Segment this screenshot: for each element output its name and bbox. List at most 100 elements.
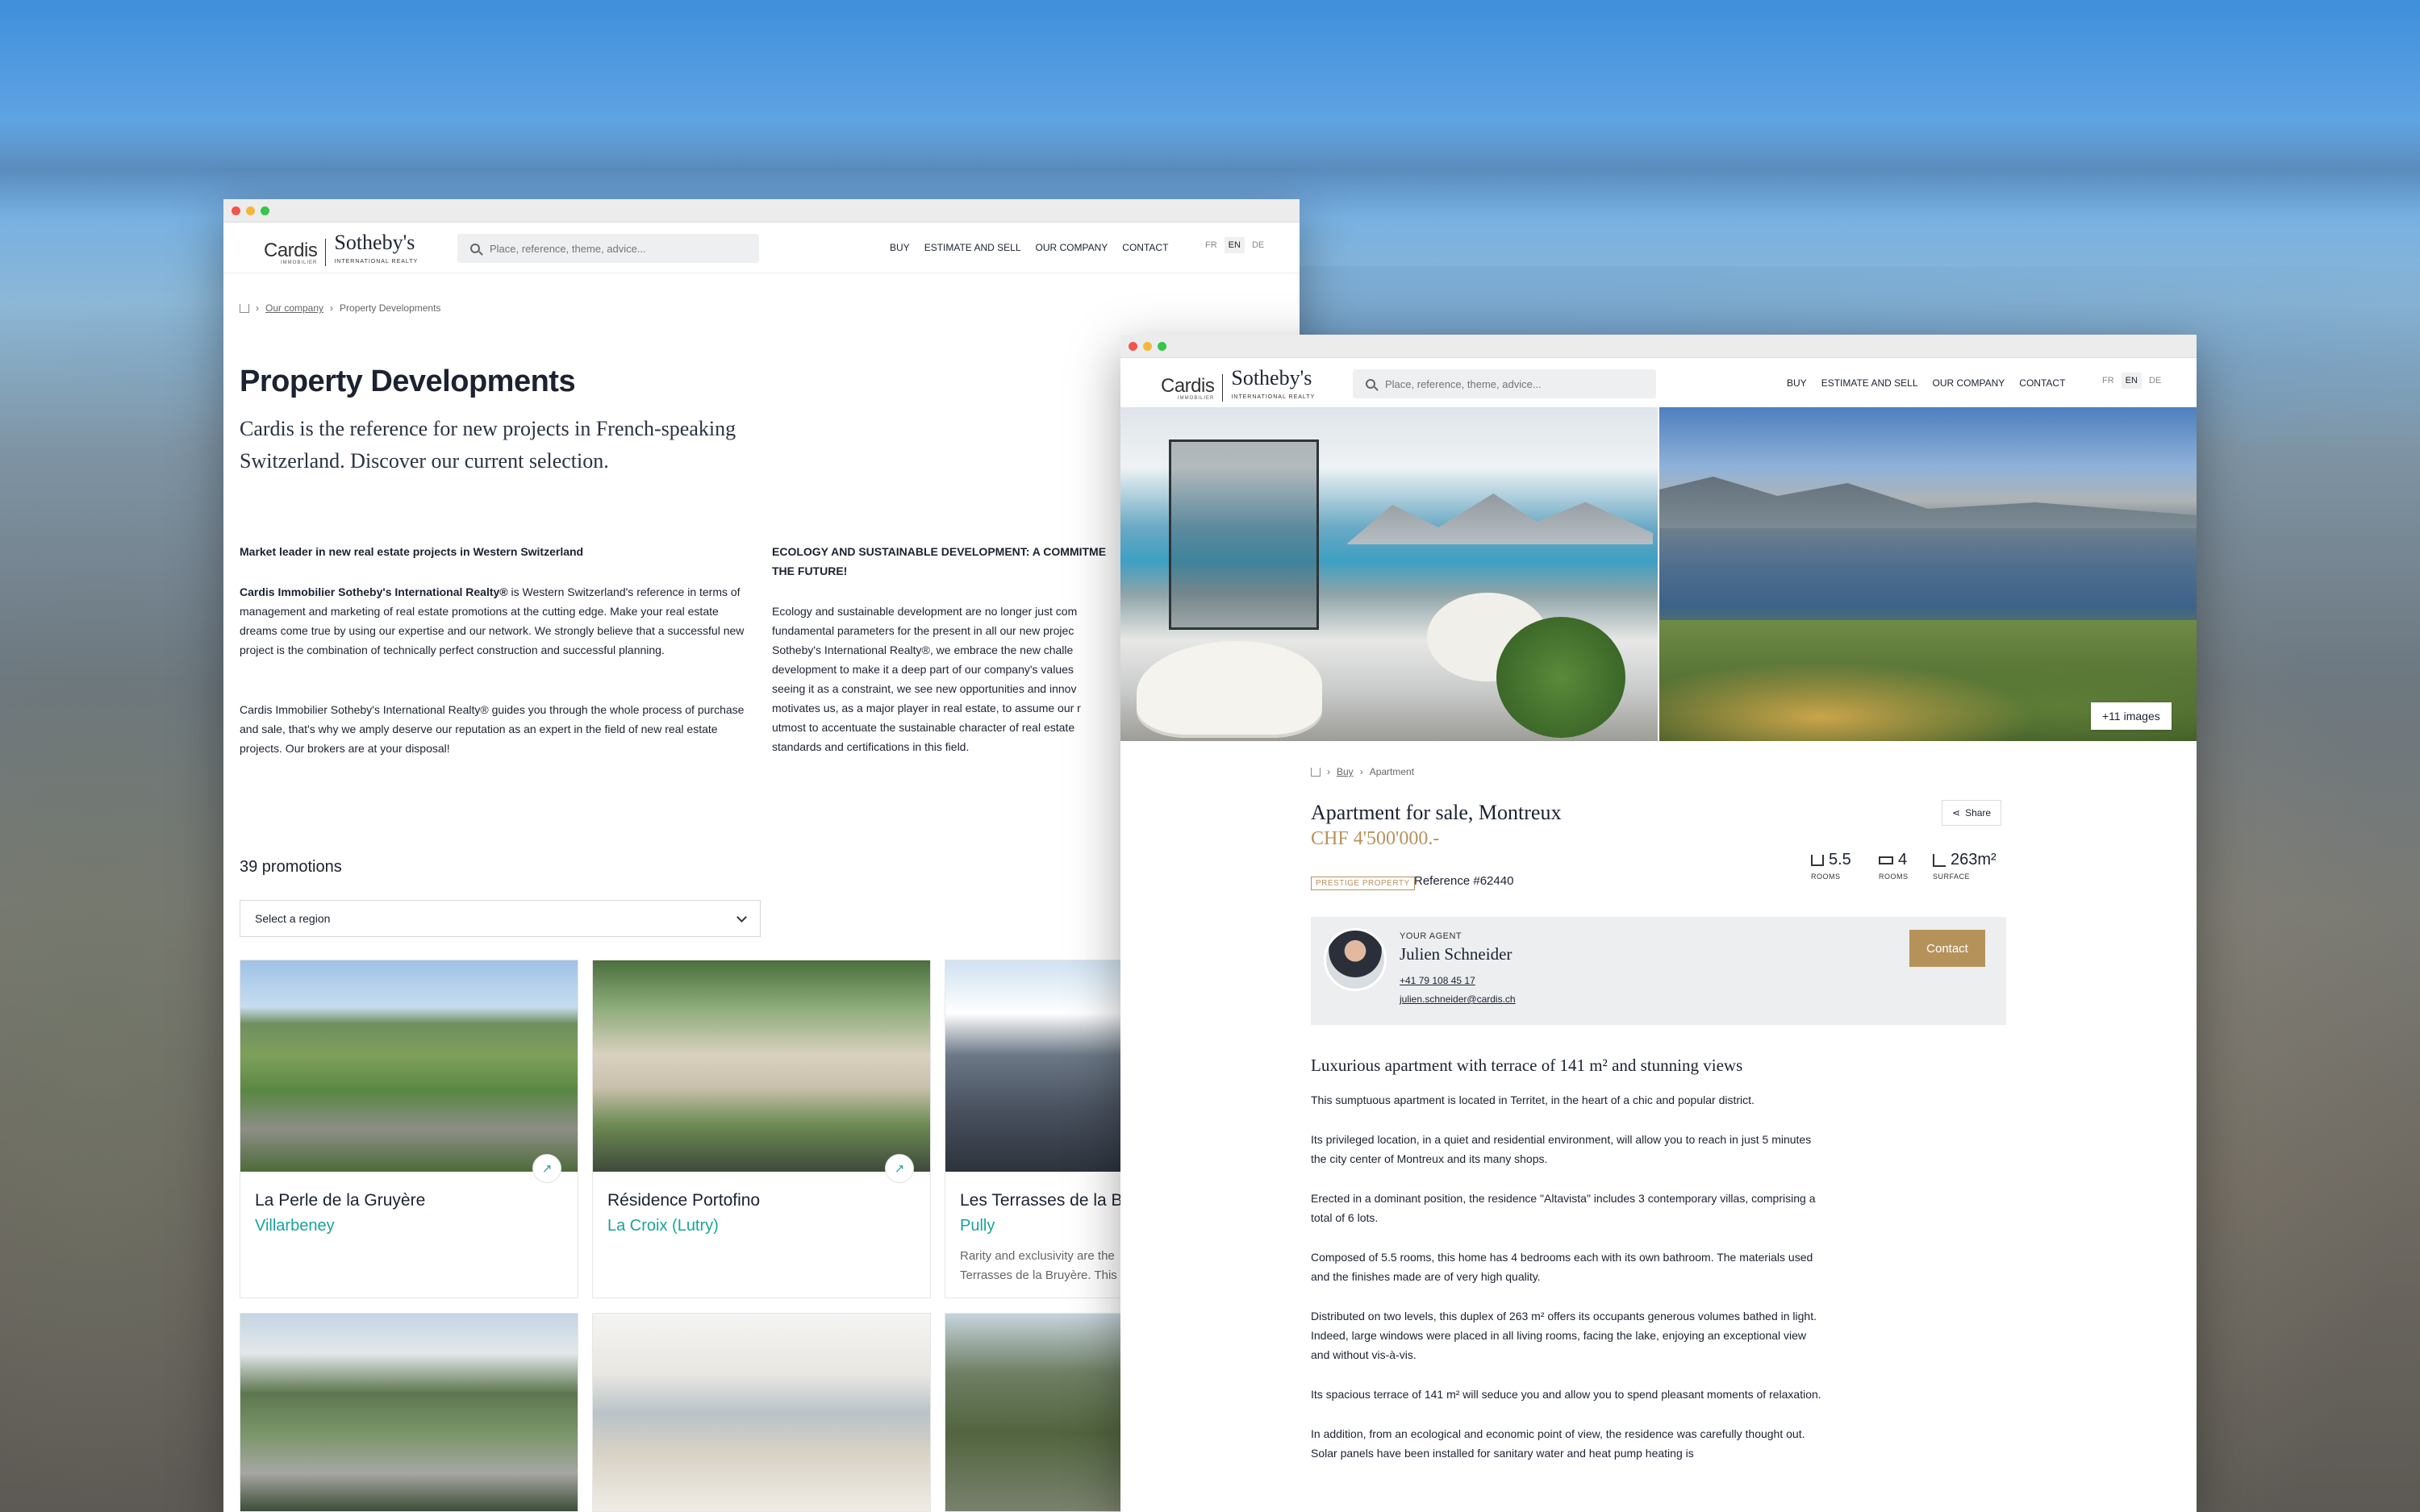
promotion-image [593,1314,930,1511]
sothebys-sub: INTERNATIONAL REALTY [334,259,419,264]
share-button[interactable]: ⋖ Share [1942,800,2002,826]
maximize-dot[interactable] [261,206,269,215]
breadcrumb-our-company[interactable]: Our company [265,302,323,314]
col2-heading: ECOLOGY AND SUSTAINABLE DEVELOPMENT: A C… [772,545,1107,577]
col2-paragraph: Ecology and sustainable development are … [772,602,1127,756]
col2-line: utmost to accentuate the sustainable cha… [772,721,1075,734]
promotion-image: ↗ [593,960,930,1183]
promotion-town: Pully [960,1217,995,1235]
lang-en[interactable]: EN [1224,237,1245,253]
breadcrumb-current: Apartment [1369,766,1415,777]
sothebys-text: Sotheby's [334,231,415,254]
agent-label: YOUR AGENT [1400,931,1462,941]
stat-label: ROOMS [1811,873,1841,881]
sothebys-logo: Sotheby's INTERNATIONAL REALTY [334,231,419,272]
description-paragraph: Composed of 5.5 rooms, this home has 4 b… [1311,1251,1813,1283]
listing-description: This sumptuous apartment is located in T… [1311,1090,1827,1483]
stat-surface: 263m² SURFACE [1933,851,1996,881]
description-paragraph: Distributed on two levels, this duplex o… [1311,1310,1817,1361]
description-paragraph: Its spacious terrace of 141 m² will sedu… [1311,1388,1821,1401]
listing-subtitle: Luxurious apartment with terrace of 141 … [1311,1056,1743,1075]
description-paragraph: Erected in a dominant position, the resi… [1311,1192,1816,1224]
page-lede: Cardis is the reference for new projects… [240,417,736,473]
stat-bedrooms: 4 ROOMS [1879,851,1909,881]
stat-value: 4 [1898,851,1908,868]
external-link-icon[interactable]: ↗ [532,1154,561,1183]
external-link-icon[interactable]: ↗ [885,1154,914,1183]
share-label: Share [1965,807,1992,818]
close-dot[interactable] [232,206,240,215]
promotion-name: Résidence Portofino [607,1191,761,1210]
prestige-badge: PRESTIGE PROPERTY [1311,877,1415,890]
cardis-text: Cardis [264,240,318,261]
region-select-value: Select a region [255,912,331,925]
col2-line: standards and certifications in this fie… [772,740,970,753]
desc-line: Terrasses de la Bruyère. This [960,1268,1117,1282]
agent-phone[interactable]: +41 79 108 45 17 [1400,975,1475,986]
home-icon[interactable] [1311,767,1321,777]
col2-line: motivates us, as a major player in real … [772,702,1081,714]
col1-paragraph-1: Cardis Immobilier Sotheby's Internationa… [240,582,748,660]
col1-paragraph-2: Cardis Immobilier Sotheby's Internationa… [240,703,745,755]
stat-value: 263m² [1951,851,1996,868]
promotion-name: Les Terrasses de la Br [960,1191,1122,1210]
promotion-image [240,1314,578,1511]
promotion-card[interactable] [240,1313,578,1512]
promotion-card[interactable]: Les Terrasses de la Br Pully Rarity and … [945,960,1122,1298]
nav-buy[interactable]: BUY [890,242,910,253]
promotion-card[interactable]: ↗ Résidence Portofino La Croix (Lutry) [592,960,931,1298]
search-icon [470,244,480,253]
agent-card: YOUR AGENT Julien Schneider +41 79 108 4… [1311,917,2006,1025]
listing-price: CHF 4'500'000.- [1311,828,1440,849]
breadcrumb: › Our company › Property Developments [240,302,440,314]
cardis-logo: Cardis IMMOBILIER [264,240,318,265]
breadcrumb-buy[interactable]: Buy [1337,766,1354,777]
site-logo[interactable]: Cardis IMMOBILIER Sotheby's INTERNATIONAL … [264,231,419,272]
lang-fr[interactable]: FR [1201,237,1221,253]
stat-value: 5.5 [1829,851,1851,868]
reference-number: Reference #62440 [1414,874,1514,888]
promotion-name: La Perle de la Gruyère [255,1191,426,1210]
more-images-button[interactable]: +11 images [2091,702,2172,730]
window-titlebar [223,199,1300,223]
listing-title: Apartment for sale, Montreux [1311,801,1562,824]
promotion-image [945,960,1121,1172]
promotion-town: Villarbeney [255,1217,335,1235]
breadcrumb-current: Property Developments [340,302,441,314]
agent-email[interactable]: julien.schneider@cardis.ch [1400,993,1516,1005]
stat-label: SURFACE [1933,873,1971,881]
description-paragraph: This sumptuous apartment is located in T… [1311,1093,1754,1106]
col2-line: seeing it as a constraint, we see new op… [772,682,1077,695]
bed-icon [1879,856,1893,864]
house-icon [1811,854,1824,866]
col2-line: Sotheby's International Realty®, we embr… [772,644,1074,656]
desc-line: Rarity and exclusivity are the [960,1249,1115,1263]
col2-line: Ecology and sustainable development are … [772,605,1078,618]
chevron-down-icon [736,912,747,923]
share-icon: ⋖ [1952,807,1961,818]
page-title: Property Developments [240,364,576,398]
stat-label: ROOMS [1879,873,1909,881]
home-icon[interactable] [240,303,249,313]
search-input[interactable] [488,241,733,256]
search-bar[interactable] [457,234,759,263]
agent-avatar [1324,928,1387,991]
lang-de[interactable]: DE [1248,237,1268,253]
nav-contact[interactable]: CONTACT [1122,242,1168,253]
promotion-card[interactable] [945,1313,1122,1512]
description-paragraph: Its privileged location, in a quiet and … [1311,1133,1812,1165]
promotion-card[interactable] [592,1313,931,1512]
nav-estimate-sell[interactable]: ESTIMATE AND SELL [924,242,1021,253]
contact-button[interactable]: Contact [1909,930,1985,967]
site-header: Cardis IMMOBILIER Sotheby's INTERNATIONAL … [223,223,1300,273]
nav-our-company[interactable]: OUR COMPANY [1036,242,1108,253]
main-nav: BUY ESTIMATE AND SELL OUR COMPANY CONTAC… [890,242,1168,253]
region-select[interactable]: Select a region [240,900,761,937]
agent-name: Julien Schneider [1400,944,1512,964]
col1-heading: Market leader in new real estate project… [240,545,584,558]
minimize-dot[interactable] [246,206,255,215]
listing-content: +11 images › Buy › Apartment Apartment fo… [1120,302,2197,1512]
breadcrumb: › Buy › Apartment [1311,766,1414,777]
promotion-card[interactable]: ↗ La Perle de la Gruyère Villarbeney [240,960,578,1298]
promotion-town: La Croix (Lutry) [607,1217,719,1235]
